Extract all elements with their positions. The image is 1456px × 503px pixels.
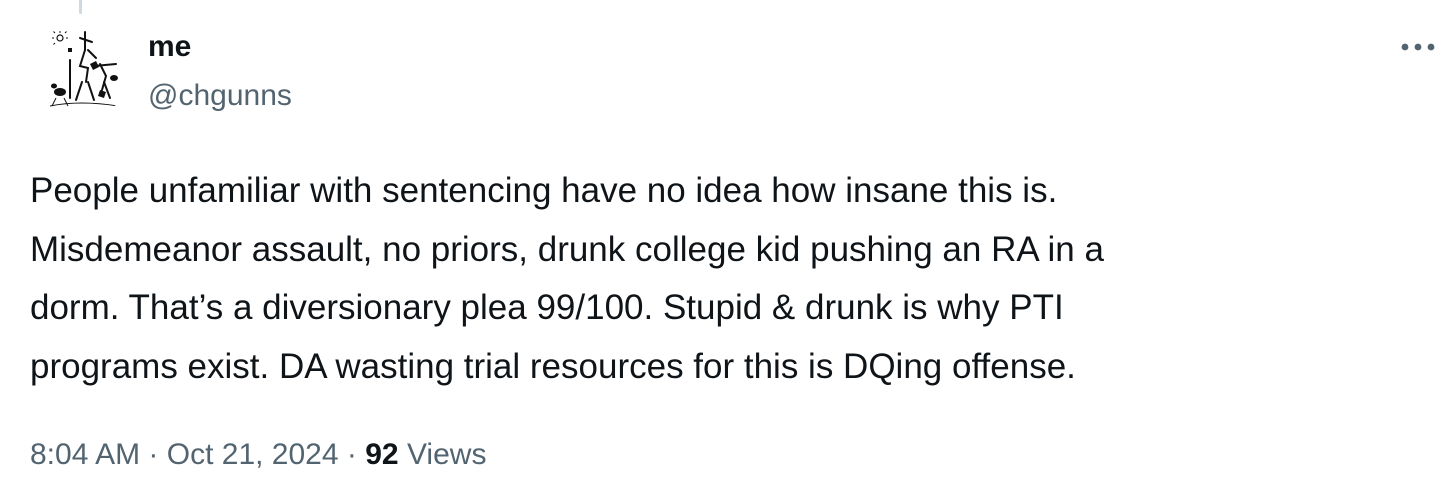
more-options-button[interactable] <box>1394 30 1442 64</box>
tweet-text-line: People unfamiliar with sentencing have n… <box>30 171 1058 210</box>
avatar[interactable] <box>30 20 130 120</box>
tweet-text-line: Misdemeanor assault, no priors, drunk co… <box>30 229 1104 269</box>
tweet-time: 8:04 AM <box>30 438 141 471</box>
tweet-text-line: programs exist. DA wasting trial resourc… <box>30 346 1076 386</box>
author-handle[interactable]: @chgunns <box>148 77 292 115</box>
don-quixote-sketch-icon <box>49 31 119 107</box>
tweet-text: People unfamiliar with sentencing have n… <box>30 162 1430 396</box>
tweet-metadata: 8:04 AM · Oct 21, 2024 · 92 Views <box>30 434 486 476</box>
meta-separator: · <box>148 438 159 471</box>
tweet-timestamp[interactable]: 8:04 AM · Oct 21, 2024 <box>30 438 339 471</box>
more-horizontal-icon <box>1401 43 1435 51</box>
thread-connector-line <box>79 0 82 14</box>
views-label: Views <box>406 438 487 471</box>
tweet-text-line: dorm. That’s a diversionary plea 99/100.… <box>30 288 1064 327</box>
views-count: 92 <box>365 438 399 471</box>
tweet-date: Oct 21, 2024 <box>166 438 339 471</box>
meta-separator: · <box>346 438 357 471</box>
author-display-name[interactable]: me <box>148 28 191 66</box>
